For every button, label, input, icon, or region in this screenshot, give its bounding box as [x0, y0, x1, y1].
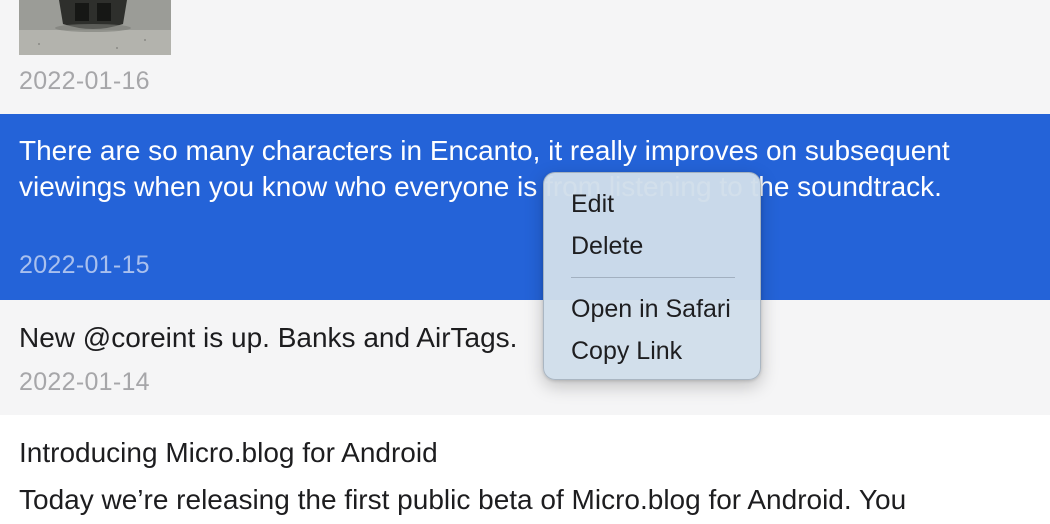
menu-item-copy-link[interactable]: Copy Link — [571, 335, 682, 367]
post-text: There are so many characters in Encanto,… — [19, 135, 950, 202]
post-date: 2022-01-14 — [19, 368, 150, 396]
timeline-post-selected[interactable]: There are so many characters in Encanto,… — [0, 114, 1050, 300]
post-date: 2022-01-16 — [19, 67, 150, 95]
menu-separator — [571, 277, 735, 278]
post-title: Introducing Micro.blog for Android — [19, 437, 438, 468]
menu-item-edit[interactable]: Edit — [571, 188, 614, 220]
post-text: New @coreint is up. Banks and AirTags. — [19, 322, 518, 353]
menu-item-open-in-safari[interactable]: Open in Safari — [571, 293, 731, 325]
timeline-post[interactable]: New @coreint is up. Banks and AirTags. 2… — [0, 300, 1050, 415]
timeline-post[interactable]: Introducing Micro.blog for Android Today… — [0, 415, 1050, 524]
post-date: 2022-01-15 — [19, 251, 150, 279]
timeline-post[interactable]: 2022-01-16 — [0, 0, 1050, 114]
post-photo-thumbnail[interactable] — [19, 0, 171, 55]
timeline: 2022-01-16 There are so many characters … — [0, 0, 1050, 524]
menu-item-delete[interactable]: Delete — [571, 230, 643, 262]
post-text: Today we’re releasing the first public b… — [19, 484, 907, 515]
context-menu: Edit Delete Open in Safari Copy Link — [543, 172, 761, 380]
photo-image — [19, 0, 171, 55]
